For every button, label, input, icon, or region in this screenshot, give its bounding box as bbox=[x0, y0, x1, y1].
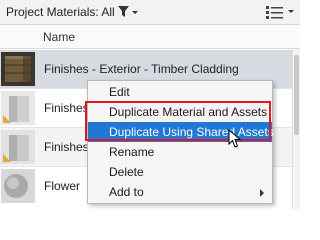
column-name-header[interactable]: Name bbox=[43, 30, 75, 44]
filter-button[interactable] bbox=[117, 5, 139, 19]
submenu-arrow-icon bbox=[260, 189, 264, 197]
timber-material-thumbnail bbox=[1, 52, 35, 86]
scrollbar-thumb[interactable] bbox=[294, 55, 299, 135]
view-options-button[interactable] bbox=[264, 4, 296, 20]
menu-item-rename[interactable]: Rename bbox=[88, 142, 272, 162]
menu-item-label: Edit bbox=[109, 85, 130, 99]
column-header: Name bbox=[0, 25, 300, 49]
menu-item-duplicate-using-shared-assets[interactable]: Duplicate Using Shared Assets bbox=[88, 122, 274, 142]
material-thumbnail bbox=[1, 169, 35, 203]
material-name: Finishes bbox=[44, 101, 89, 115]
menu-item-label: Add to bbox=[109, 185, 144, 199]
material-name: Finishes bbox=[44, 140, 89, 154]
context-menu: Edit Duplicate Material and Assets Dupli… bbox=[87, 80, 274, 204]
material-thumbnail bbox=[1, 130, 35, 164]
vertical-scrollbar[interactable] bbox=[292, 49, 300, 209]
list-view-icon bbox=[266, 6, 294, 19]
filter-icon bbox=[118, 6, 138, 17]
menu-item-label: Delete bbox=[109, 165, 144, 179]
menu-item-label: Duplicate Using Shared Assets bbox=[109, 125, 274, 139]
menu-item-edit[interactable]: Edit bbox=[88, 82, 272, 102]
materials-header: Project Materials: All bbox=[0, 0, 300, 25]
menu-item-label: Duplicate Material and Assets bbox=[109, 105, 268, 119]
menu-item-label: Rename bbox=[109, 145, 155, 159]
menu-item-add-to[interactable]: Add to bbox=[88, 182, 272, 202]
material-name: Flower bbox=[44, 179, 81, 193]
material-thumbnail bbox=[1, 91, 35, 125]
material-name: Finishes - Exterior - Timber Cladding bbox=[44, 62, 239, 76]
mouse-cursor-icon bbox=[228, 129, 242, 148]
menu-item-duplicate-material-and-assets[interactable]: Duplicate Material and Assets bbox=[88, 102, 272, 122]
menu-item-delete[interactable]: Delete bbox=[88, 162, 272, 182]
panel-title: Project Materials: All bbox=[6, 5, 115, 19]
